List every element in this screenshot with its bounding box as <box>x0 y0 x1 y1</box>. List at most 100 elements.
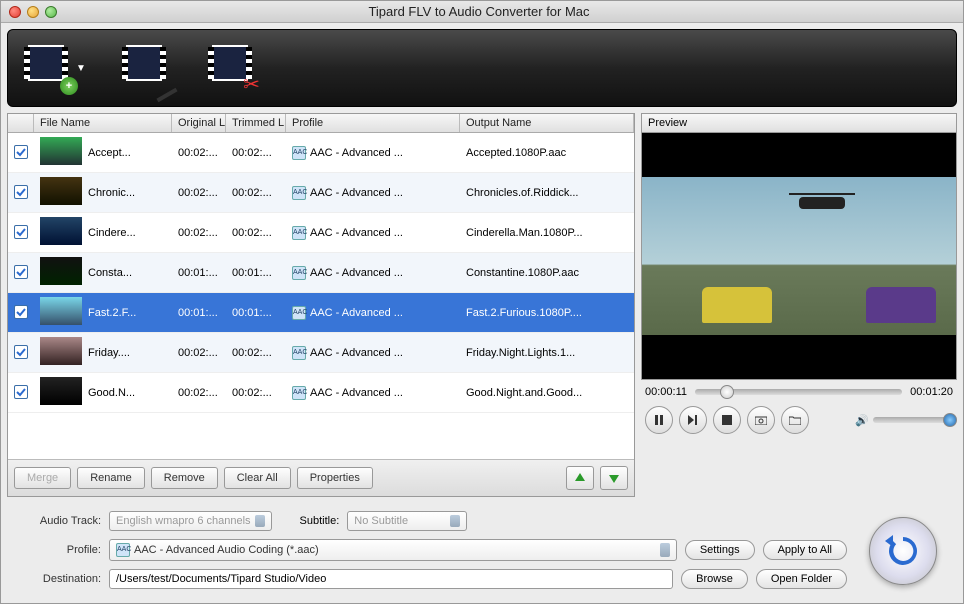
cell-original: 00:01:... <box>172 267 226 279</box>
cell-filename: Accept... <box>82 147 172 159</box>
trim-button[interactable]: ✂ <box>212 45 258 91</box>
col-trimmed[interactable]: Trimmed L <box>226 114 286 132</box>
table-row[interactable]: Accept...00:02:...00:02:...AACAAC - Adva… <box>8 133 634 173</box>
subtitle-select[interactable]: No Subtitle▲▼ <box>347 511 467 531</box>
col-profile[interactable]: Profile <box>286 114 460 132</box>
cell-original: 00:02:... <box>172 227 226 239</box>
cell-output: Constantine.1080P.aac <box>460 267 634 279</box>
total-time: 00:01:20 <box>910 386 953 398</box>
current-time: 00:00:11 <box>645 386 687 398</box>
cell-trimmed: 00:01:... <box>226 267 286 279</box>
convert-button[interactable] <box>869 517 937 585</box>
clear-all-button[interactable]: Clear All <box>224 467 291 489</box>
cell-output: Accepted.1080P.aac <box>460 147 634 159</box>
thumbnail <box>40 377 82 405</box>
cell-profile: AACAAC - Advanced ... <box>286 186 460 200</box>
open-folder-button[interactable]: Open Folder <box>756 569 847 589</box>
settings-panel: Audio Track: English wmapro 6 channels▲▼… <box>7 503 957 597</box>
cell-output: Chronicles.of.Riddick... <box>460 187 634 199</box>
car-graphic <box>702 287 772 323</box>
row-checkbox[interactable] <box>14 345 28 359</box>
preview-panel: Preview 00:00:11 00:01:20 <box>641 113 957 497</box>
table-row[interactable]: Cindere...00:02:...00:02:...AACAAC - Adv… <box>8 213 634 253</box>
row-checkbox[interactable] <box>14 185 28 199</box>
cell-filename: Good.N... <box>82 387 172 399</box>
titlebar: Tipard FLV to Audio Converter for Mac <box>1 1 963 23</box>
row-checkbox[interactable] <box>14 265 28 279</box>
row-checkbox[interactable] <box>14 145 28 159</box>
aac-icon: AAC <box>292 146 306 160</box>
preview-header: Preview <box>641 113 957 132</box>
merge-button[interactable]: Merge <box>14 467 71 489</box>
aac-icon: AAC <box>292 226 306 240</box>
properties-button[interactable]: Properties <box>297 467 373 489</box>
file-list: Accept...00:02:...00:02:...AACAAC - Adva… <box>8 133 634 459</box>
time-row: 00:00:11 00:01:20 <box>641 380 957 404</box>
col-original[interactable]: Original Le <box>172 114 226 132</box>
move-down-button[interactable] <box>600 466 628 490</box>
rename-button[interactable]: Rename <box>77 467 145 489</box>
cell-trimmed: 00:02:... <box>226 227 286 239</box>
step-button[interactable] <box>679 406 707 434</box>
cell-profile: AACAAC - Advanced ... <box>286 226 460 240</box>
cell-filename: Fast.2.F... <box>82 307 172 319</box>
volume-slider[interactable] <box>873 417 953 423</box>
cell-profile: AACAAC - Advanced ... <box>286 346 460 360</box>
pause-button[interactable] <box>645 406 673 434</box>
cell-filename: Consta... <box>82 267 172 279</box>
table-row[interactable]: Fast.2.F...00:01:...00:01:...AACAAC - Ad… <box>8 293 634 333</box>
table-row[interactable]: Consta...00:01:...00:01:...AACAAC - Adva… <box>8 253 634 293</box>
col-filename[interactable]: File Name <box>34 114 172 132</box>
browse-button[interactable]: Browse <box>681 569 748 589</box>
volume-icon: 🔊 <box>855 414 869 427</box>
effect-button[interactable] <box>126 45 172 91</box>
preview-video[interactable] <box>641 132 957 380</box>
row-checkbox[interactable] <box>14 305 28 319</box>
thumbnail <box>40 177 82 205</box>
snapshot-folder-button[interactable] <box>781 406 809 434</box>
minimize-icon[interactable] <box>27 6 39 18</box>
zoom-icon[interactable] <box>45 6 57 18</box>
destination-field[interactable]: /Users/test/Documents/Tipard Studio/Vide… <box>109 569 673 589</box>
cell-output: Cinderella.Man.1080P... <box>460 227 634 239</box>
cell-trimmed: 00:01:... <box>226 307 286 319</box>
table-row[interactable]: Friday....00:02:...00:02:...AACAAC - Adv… <box>8 333 634 373</box>
table-row[interactable]: Good.N...00:02:...00:02:...AACAAC - Adva… <box>8 373 634 413</box>
row-checkbox[interactable] <box>14 225 28 239</box>
cell-profile: AACAAC - Advanced ... <box>286 386 460 400</box>
profile-select[interactable]: AACAAC - Advanced Audio Coding (*.aac)▲▼ <box>109 539 677 561</box>
move-up-button[interactable] <box>566 466 594 490</box>
snapshot-button[interactable] <box>747 406 775 434</box>
main-toolbar: + ▼ ✂ <box>7 29 957 107</box>
audiotrack-select[interactable]: English wmapro 6 channels▲▼ <box>109 511 272 531</box>
thumbnail <box>40 337 82 365</box>
cell-original: 00:01:... <box>172 307 226 319</box>
add-file-button[interactable]: + <box>28 45 74 91</box>
settings-button[interactable]: Settings <box>685 540 755 560</box>
remove-button[interactable]: Remove <box>151 467 218 489</box>
cell-profile: AACAAC - Advanced ... <box>286 146 460 160</box>
cell-filename: Cindere... <box>82 227 172 239</box>
cell-trimmed: 00:02:... <box>226 347 286 359</box>
table-row[interactable]: Chronic...00:02:...00:02:...AACAAC - Adv… <box>8 173 634 213</box>
audiotrack-label: Audio Track: <box>19 515 101 527</box>
apply-all-button[interactable]: Apply to All <box>763 540 847 560</box>
destination-label: Destination: <box>19 573 101 585</box>
aac-icon: AAC <box>292 346 306 360</box>
cell-filename: Friday.... <box>82 347 172 359</box>
seek-slider[interactable] <box>695 389 902 395</box>
chevron-down-icon[interactable]: ▼ <box>76 63 86 74</box>
profile-label: Profile: <box>19 544 101 556</box>
cell-original: 00:02:... <box>172 347 226 359</box>
col-output[interactable]: Output Name <box>460 114 634 132</box>
column-headers: File Name Original Le Trimmed L Profile … <box>8 114 634 133</box>
cell-trimmed: 00:02:... <box>226 387 286 399</box>
window-controls <box>9 6 57 18</box>
stop-button[interactable] <box>713 406 741 434</box>
thumbnail <box>40 257 82 285</box>
row-checkbox[interactable] <box>14 385 28 399</box>
cell-output: Friday.Night.Lights.1... <box>460 347 634 359</box>
aac-icon: AAC <box>292 386 306 400</box>
close-icon[interactable] <box>9 6 21 18</box>
subtitle-label: Subtitle: <box>300 515 340 527</box>
